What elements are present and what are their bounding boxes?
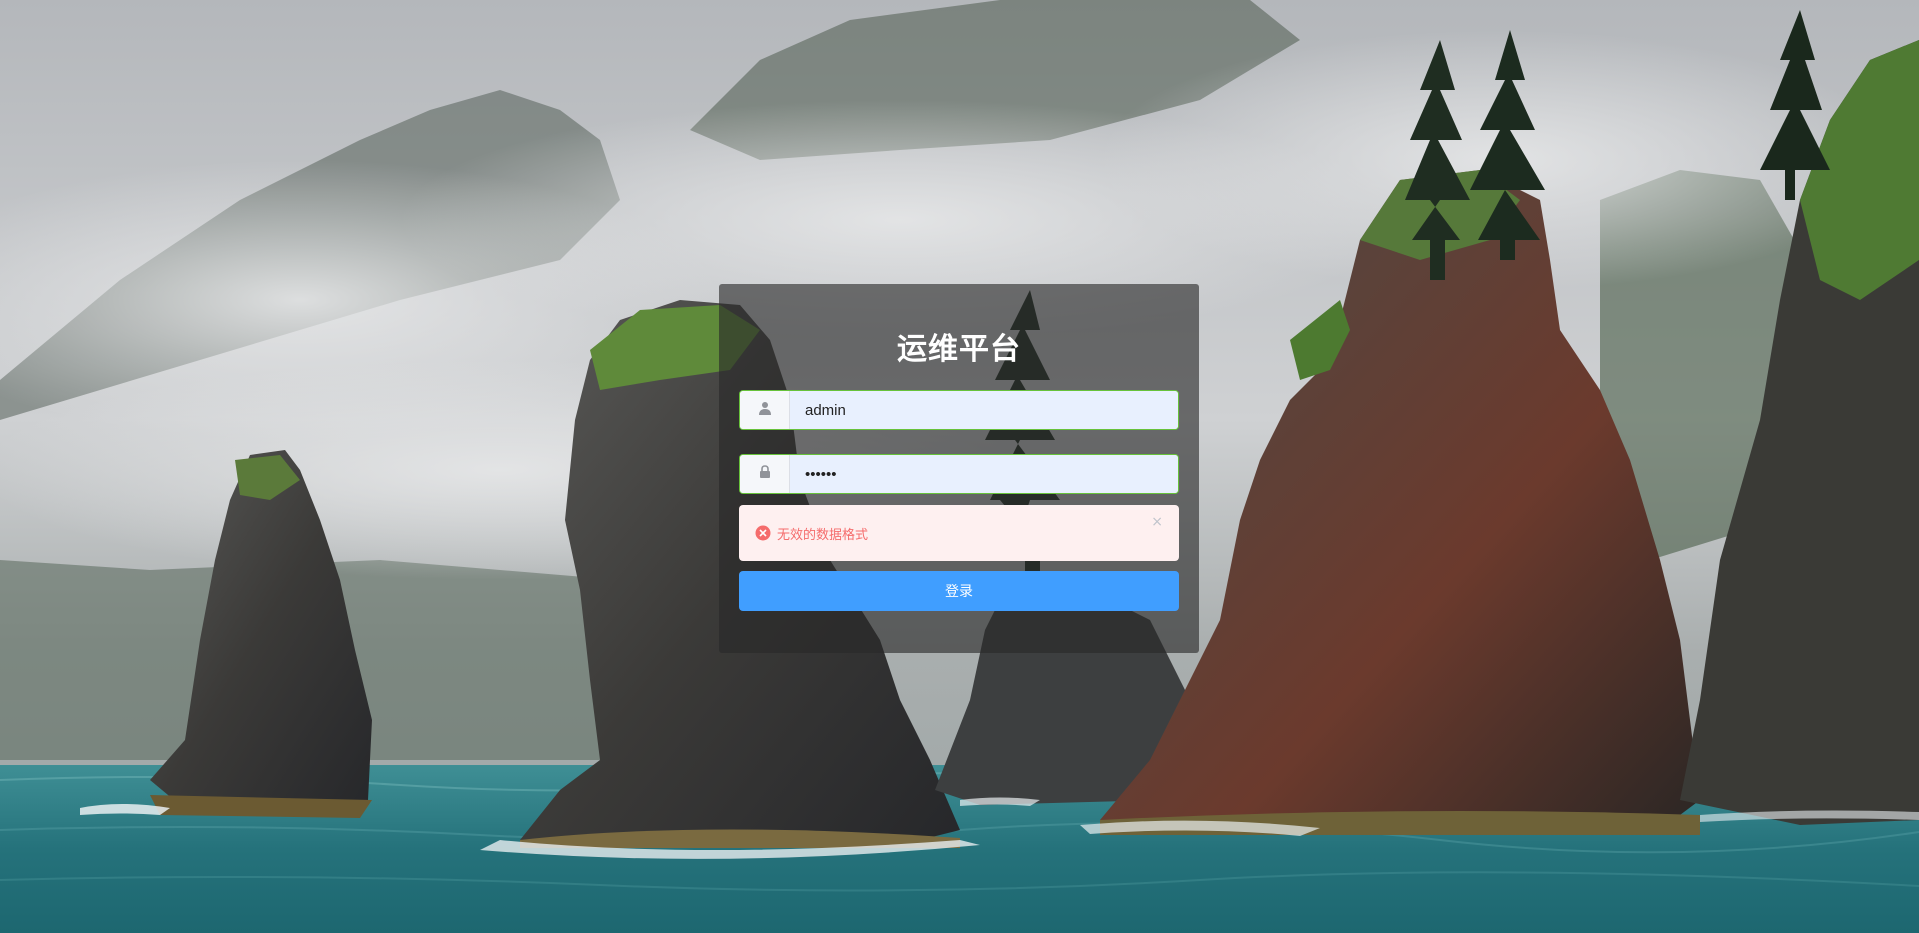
password-prefix — [740, 455, 790, 493]
username-field[interactable] — [739, 390, 1179, 430]
username-input[interactable] — [790, 391, 1178, 429]
login-page: 运维平台 admin •••••• 无效的数据格式 × 登录 — [0, 0, 1919, 933]
password-input[interactable] — [790, 455, 1178, 493]
error-alert: 无效的数据格式 × — [739, 505, 1179, 561]
error-message: 无效的数据格式 — [777, 527, 869, 543]
login-button[interactable]: 登录 — [739, 571, 1179, 611]
username-prefix — [740, 391, 790, 429]
login-panel: 运维平台 admin •••••• 无效的数据格式 × 登录 — [719, 284, 1199, 653]
user-icon — [758, 401, 772, 420]
password-field[interactable] — [739, 454, 1179, 494]
error-circle-icon — [755, 525, 771, 541]
page-title: 运维平台 — [897, 332, 1021, 367]
close-icon[interactable]: × — [1151, 514, 1163, 530]
lock-icon — [759, 464, 771, 484]
